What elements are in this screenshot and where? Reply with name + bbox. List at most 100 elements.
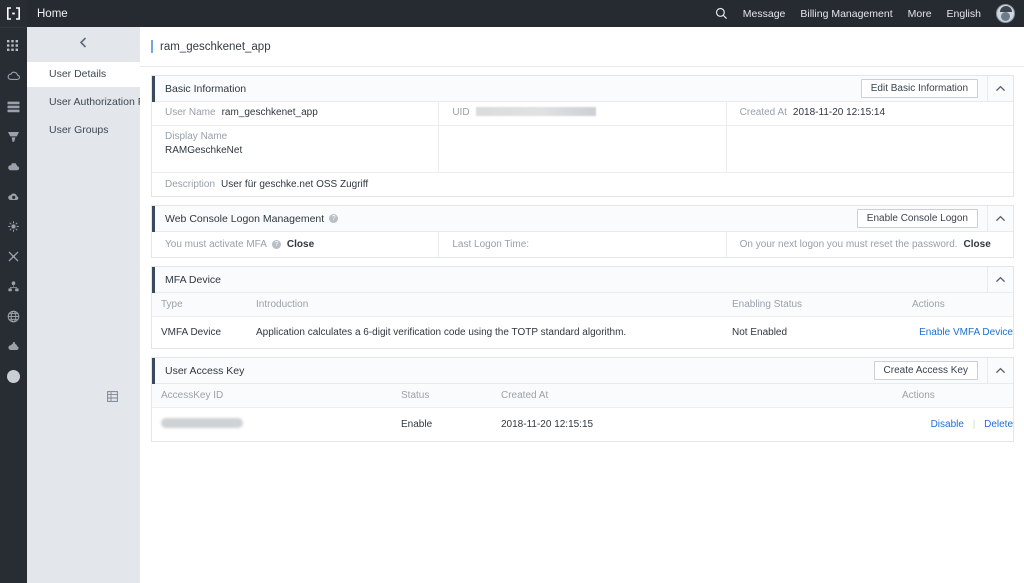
avatar-face bbox=[1001, 12, 1010, 21]
field-value: User für geschke.net OSS Zugriff bbox=[221, 179, 369, 190]
basic-info-empty-cell bbox=[439, 126, 725, 172]
panel-title: Basic Information bbox=[165, 82, 247, 95]
sidebar-item-user-authorization-policies[interactable]: User Authorization P... bbox=[27, 90, 152, 115]
enable-vmfa-device-link[interactable]: Enable VMFA Device bbox=[919, 327, 1013, 338]
header-link-message[interactable]: Message bbox=[743, 8, 786, 20]
uid-redacted-value bbox=[475, 107, 596, 116]
field-label: Created At bbox=[739, 107, 787, 118]
help-icon[interactable]: ? bbox=[271, 240, 281, 249]
field-label: Description bbox=[165, 179, 216, 190]
panel-actions bbox=[978, 266, 1013, 293]
delete-access-key-link[interactable]: Delete bbox=[984, 419, 1013, 430]
field-label: Display Name bbox=[165, 131, 228, 142]
sidebar-item-user-groups[interactable]: User Groups bbox=[27, 118, 140, 143]
chevron-up-icon[interactable] bbox=[987, 75, 1013, 102]
field-label: You must activate MFA bbox=[165, 239, 267, 250]
shield-icon[interactable] bbox=[0, 124, 27, 149]
secondary-sidebar: User Details User Authorization P... Use… bbox=[27, 27, 152, 583]
sidebar-back-button[interactable] bbox=[27, 27, 140, 62]
cell-accesskey-id bbox=[152, 408, 392, 442]
database-stack-icon[interactable] bbox=[0, 94, 27, 119]
table-row: Enable 2018-11-20 12:15:15 Disable | Del… bbox=[152, 408, 1013, 442]
cell-enabling-status: Not Enabled bbox=[732, 327, 788, 338]
reset-password-status-value[interactable]: Close bbox=[964, 239, 991, 250]
cloud-icon[interactable] bbox=[0, 64, 27, 89]
panel-title: MFA Device bbox=[165, 273, 222, 286]
table-header: Type Introduction Enabling Status Action… bbox=[152, 293, 1013, 317]
panel-basic-information: Basic Information Edit Basic Information bbox=[151, 75, 1014, 197]
page-title: ram_geschkenet_app bbox=[160, 40, 271, 53]
panel-actions: Enable Console Logon bbox=[856, 205, 1013, 232]
panel-header: MFA Device bbox=[152, 266, 1013, 293]
panel-stack: Basic Information Edit Basic Information bbox=[140, 67, 1024, 442]
field-label: Last Logon Time: bbox=[452, 239, 530, 250]
home-link[interactable]: Home bbox=[37, 8, 68, 20]
cell-actions: Disable | Delete bbox=[893, 408, 1013, 442]
cell-introduction: Application calculates a 6-digit verific… bbox=[256, 327, 627, 338]
col-enabling-status: Enabling Status bbox=[723, 293, 903, 317]
sidebar-item-label: User Details bbox=[49, 68, 107, 80]
cell-type: VMFA Device bbox=[161, 327, 222, 338]
bracket-logo-icon[interactable] bbox=[0, 0, 27, 27]
console-logon-grid: You must activate MFA ? Close Last Logon… bbox=[152, 232, 1013, 257]
table-header-row: AccessKey ID Status Created At Actions bbox=[152, 384, 1013, 408]
panel-title: Web Console Logon Management bbox=[165, 212, 325, 225]
top-header: Home Message Billing Management More Eng… bbox=[27, 0, 1024, 27]
panel-web-console-logon-management: Web Console Logon Management ? Enable Co… bbox=[151, 205, 1014, 258]
sidebar-toggle-icon[interactable] bbox=[104, 387, 120, 405]
create-access-key-button[interactable]: Create Access Key bbox=[873, 361, 978, 380]
panel-mfa-device: MFA Device Type Introduction Enabling St… bbox=[151, 266, 1014, 349]
globe-icon[interactable] bbox=[0, 304, 27, 329]
panel-user-access-key: User Access Key Create Access Key Access… bbox=[151, 357, 1014, 442]
mfa-status-value[interactable]: Close bbox=[287, 239, 314, 250]
table-body: VMFA Device Application calculates a 6-d… bbox=[152, 317, 1013, 349]
page-title-bar: ram_geschkenet_app bbox=[140, 27, 1024, 67]
sidebar-item-label: User Groups bbox=[49, 124, 109, 136]
chevron-up-icon[interactable] bbox=[987, 357, 1013, 384]
panel-header: Basic Information Edit Basic Information bbox=[152, 75, 1013, 102]
field-reset-password: On your next logon you must reset the pa… bbox=[725, 232, 1013, 257]
apps-grid-icon[interactable] bbox=[0, 34, 27, 59]
disable-access-key-link[interactable]: Disable bbox=[931, 419, 964, 430]
field-last-logon-time: Last Logon Time: bbox=[438, 232, 725, 257]
cloud-service-icon[interactable] bbox=[0, 334, 27, 359]
console-page: Home Message Billing Management More Eng… bbox=[0, 0, 1024, 583]
field-display-name: Display Name RAMGeschkeNet bbox=[152, 126, 438, 172]
search-icon[interactable] bbox=[715, 7, 728, 20]
help-icon[interactable]: ? bbox=[329, 214, 339, 223]
enable-console-logon-button[interactable]: Enable Console Logon bbox=[856, 209, 978, 228]
field-label: UID bbox=[452, 107, 470, 118]
avatar[interactable] bbox=[996, 4, 1015, 23]
sidebar-item-label: User Authorization P... bbox=[49, 96, 153, 108]
chevron-up-icon[interactable] bbox=[987, 266, 1013, 293]
field-value: 2018-11-20 12:15:14 bbox=[792, 107, 886, 118]
cross-connect-icon[interactable] bbox=[0, 244, 27, 269]
col-type: Type bbox=[152, 293, 247, 317]
chevron-left-icon bbox=[78, 36, 89, 54]
header-link-billing-management[interactable]: Billing Management bbox=[800, 8, 892, 20]
basic-info-col-2: UID bbox=[438, 102, 726, 172]
table-header: AccessKey ID Status Created At Actions bbox=[152, 384, 1013, 408]
circle-dot-icon[interactable] bbox=[0, 364, 27, 389]
field-created-at: Created At 2018-11-20 12:15:14 bbox=[726, 102, 1013, 126]
header-link-english[interactable]: English bbox=[947, 8, 981, 20]
col-actions: Actions bbox=[903, 293, 1013, 317]
field-description: Description User für geschke.net OSS Zug… bbox=[152, 172, 1013, 196]
action-separator: | bbox=[972, 419, 976, 430]
chevron-up-icon[interactable] bbox=[987, 205, 1013, 232]
product-rail bbox=[0, 0, 27, 583]
sidebar-item-user-details[interactable]: User Details bbox=[27, 62, 140, 87]
field-value: RAMGeschkeNet bbox=[165, 145, 243, 156]
field-user-name: User Name ram_geschkenet_app bbox=[152, 102, 439, 126]
sitemap-icon[interactable] bbox=[0, 274, 27, 299]
header-link-more[interactable]: More bbox=[908, 8, 932, 20]
cloud-storage-icon[interactable] bbox=[0, 154, 27, 179]
cloud-monitor-icon[interactable] bbox=[0, 184, 27, 209]
title-accent-bar bbox=[151, 40, 153, 53]
edit-basic-information-button[interactable]: Edit Basic Information bbox=[860, 79, 978, 98]
col-introduction: Introduction bbox=[247, 293, 723, 317]
panel-actions: Create Access Key bbox=[873, 357, 1013, 384]
network-node-icon[interactable] bbox=[0, 214, 27, 239]
panel-title: User Access Key bbox=[165, 364, 245, 377]
table-row: VMFA Device Application calculates a 6-d… bbox=[152, 317, 1013, 349]
